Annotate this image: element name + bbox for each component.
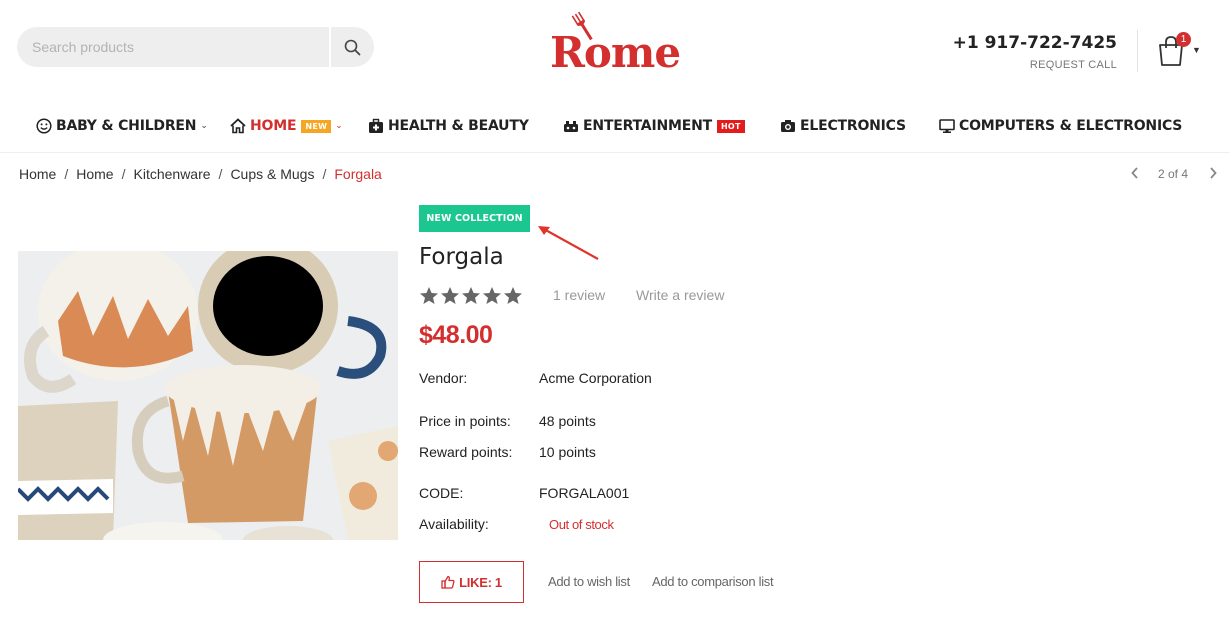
vendor-value[interactable]: Acme Corporation	[539, 370, 652, 386]
nav-label: BABY & CHILDREN	[56, 118, 197, 134]
chevron-down-icon[interactable]: ▼	[1192, 45, 1201, 55]
search-button[interactable]	[331, 27, 374, 67]
code-label: CODE:	[419, 485, 464, 501]
write-review-link[interactable]: Write a review	[636, 287, 724, 303]
smile-icon	[36, 118, 52, 134]
breadcrumb: Home / Home / Kitchenware / Cups & Mugs / Forgal…	[19, 166, 382, 182]
star-icon	[441, 287, 459, 304]
star-icon	[462, 287, 480, 304]
search-icon	[344, 39, 361, 55]
nav-item-health-beauty[interactable]: HEALTH & BEAUTY	[368, 115, 529, 137]
breadcrumb-separator: /	[218, 166, 223, 182]
chevron-down-icon: ⌄	[335, 121, 343, 131]
chevron-left-icon[interactable]	[1130, 166, 1140, 183]
breadcrumb-link-cups-mugs[interactable]: Cups & Mugs	[230, 166, 314, 182]
nav-item-entertainment[interactable]: ENTERTAINMENT HOT	[563, 115, 745, 137]
availability-status: Out of stock	[549, 517, 614, 532]
vendor-label: Vendor:	[419, 370, 468, 386]
nav-divider	[0, 152, 1229, 153]
pager-label: 2 of 4	[1158, 167, 1189, 181]
star-icon	[420, 287, 438, 304]
availability-label: Availability:	[419, 516, 489, 532]
reward-points-label: Reward points:	[419, 444, 513, 460]
breadcrumb-link-home-2[interactable]: Home	[76, 166, 113, 182]
product-image[interactable]	[18, 251, 398, 540]
like-button[interactable]: LIKE: 1	[419, 561, 524, 603]
add-to-comparison-link[interactable]: Add to comparison list	[652, 574, 774, 589]
nav-item-home[interactable]: HOME NEW ⌄	[230, 115, 343, 137]
review-count-link[interactable]: 1 review	[553, 287, 605, 303]
add-to-wishlist-link[interactable]: Add to wish list	[548, 574, 630, 589]
product-price: $48.00	[419, 321, 493, 349]
star-icon	[483, 287, 501, 304]
chevron-right-icon[interactable]	[1208, 166, 1218, 183]
nav-label: COMPUTERS & ELECTRONICS	[959, 118, 1183, 134]
gamepad-icon	[563, 118, 579, 134]
house-icon	[230, 118, 246, 134]
code-value: FORGALA001	[539, 485, 630, 501]
hot-tag: HOT	[716, 119, 745, 133]
nav-label: HOME	[250, 118, 297, 134]
product-pager: 2 of 4	[1128, 166, 1223, 182]
medkit-icon	[368, 118, 384, 134]
mugs-illustration	[18, 251, 398, 540]
monitor-icon	[939, 118, 955, 134]
price-points-label: Price in points:	[419, 413, 511, 429]
site-logo[interactable]: Rome	[548, 8, 688, 78]
breadcrumb-separator: /	[121, 166, 126, 182]
breadcrumb-current: Forgala	[334, 166, 382, 182]
new-collection-badge: NEW COLLECTION	[419, 205, 530, 232]
camera-icon	[780, 118, 796, 134]
header-divider	[1137, 30, 1138, 72]
price-points-value: 48 points	[539, 413, 596, 429]
product-title: Forgala	[419, 244, 504, 270]
new-tag: NEW	[301, 119, 332, 133]
logo-text: Rome	[550, 28, 681, 77]
nav-label: ENTERTAINMENT	[583, 118, 712, 134]
breadcrumb-separator: /	[322, 166, 327, 182]
cart-count-badge: 1	[1176, 32, 1191, 47]
search-input[interactable]	[17, 27, 329, 67]
nav-label: ELECTRONICS	[800, 118, 906, 134]
nav-item-baby-children[interactable]: BABY & CHILDREN ⌄	[36, 115, 208, 137]
request-call-link[interactable]: REQUEST CALL	[1030, 59, 1117, 71]
reward-points-value: 10 points	[539, 444, 596, 460]
nav-item-computers-electronics[interactable]: COMPUTERS & ELECTRONICS	[939, 115, 1182, 137]
annotation-arrow-icon	[538, 226, 599, 260]
main-nav: BABY & CHILDREN ⌄ HOME NEW ⌄ HEALTH & BE…	[0, 105, 1229, 149]
star-icon	[504, 287, 522, 304]
breadcrumb-link-home[interactable]: Home	[19, 166, 56, 182]
breadcrumb-link-kitchenware[interactable]: Kitchenware	[134, 166, 211, 182]
search-bar	[17, 27, 374, 67]
like-label: LIKE: 1	[459, 574, 502, 590]
nav-label: HEALTH & BEAUTY	[388, 118, 529, 134]
thumbs-up-icon	[441, 575, 455, 589]
phone-number: +1 917-722-7425	[952, 33, 1117, 53]
nav-item-electronics[interactable]: ELECTRONICS	[780, 115, 906, 137]
chevron-down-icon: ⌄	[200, 121, 208, 131]
star-rating	[419, 286, 524, 306]
breadcrumb-separator: /	[64, 166, 69, 182]
